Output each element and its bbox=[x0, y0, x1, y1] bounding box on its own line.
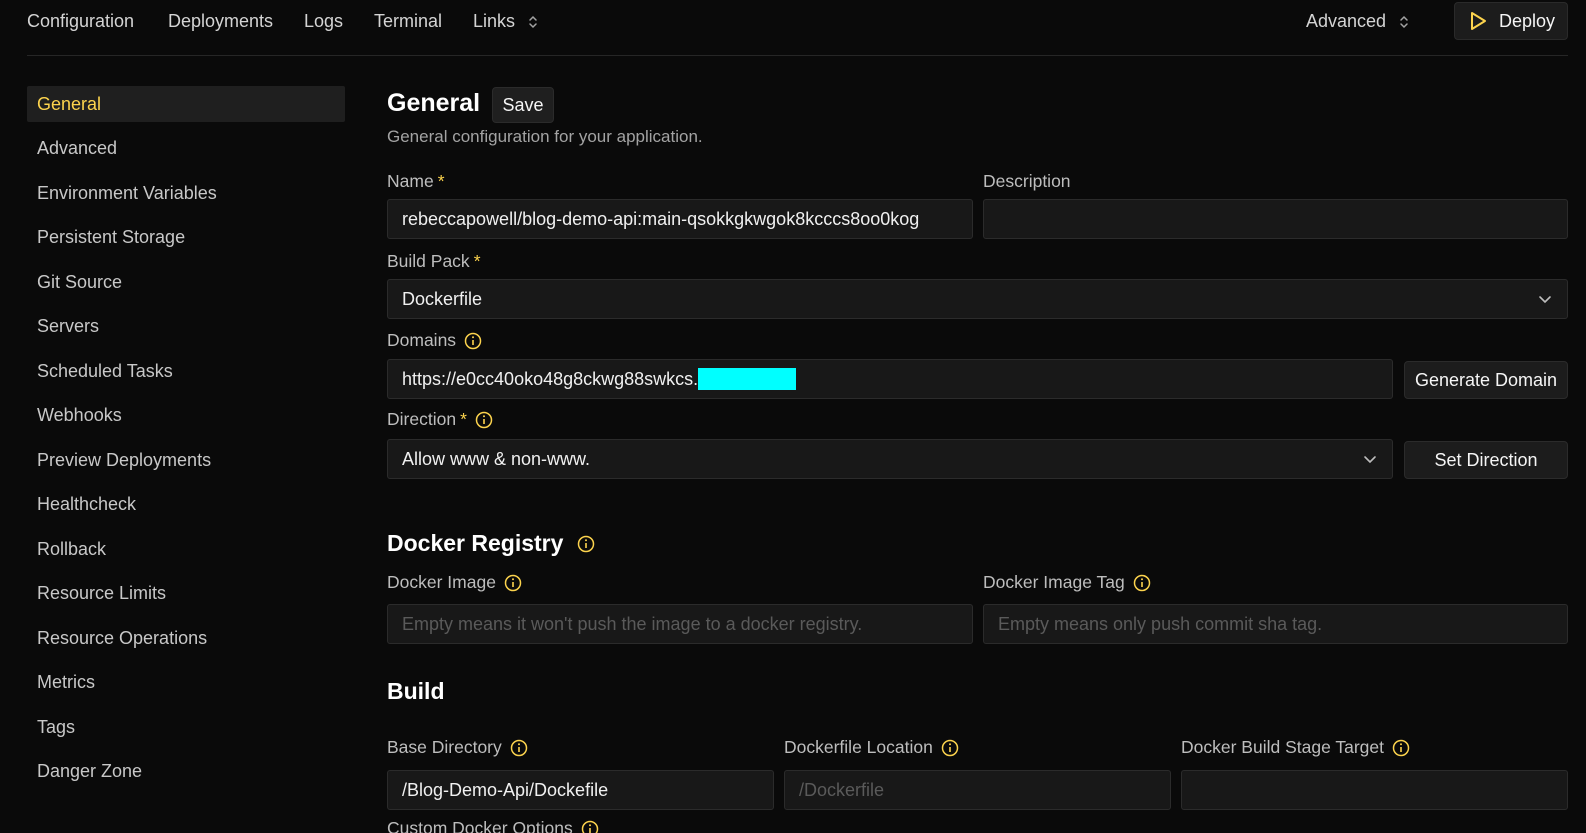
sidebar-item-webhooks[interactable]: Webhooks bbox=[27, 397, 345, 433]
base-directory-input[interactable]: /Blog-Demo-Api/Dockefile bbox=[387, 770, 774, 810]
dockerfile-location-input[interactable]: /Dockerfile bbox=[784, 770, 1171, 810]
base-directory-label-text: Base Directory bbox=[387, 737, 502, 757]
docker-image-input[interactable]: Empty means it won't push the image to a… bbox=[387, 604, 973, 644]
info-icon[interactable] bbox=[464, 332, 482, 350]
sidebar-item-tags[interactable]: Tags bbox=[27, 709, 345, 745]
name-input[interactable]: rebeccapowell/blog-demo-api:main-qsokkgk… bbox=[387, 199, 973, 239]
sidebar-item-scheduled-tasks[interactable]: Scheduled Tasks bbox=[27, 353, 345, 389]
build-pack-label: Build Pack * bbox=[387, 251, 481, 272]
docker-image-tag-input[interactable]: Empty means only push commit sha tag. bbox=[983, 604, 1568, 644]
build-pack-label-text: Build Pack bbox=[387, 251, 470, 271]
domains-value: https://e0cc40oko48g8ckwg88swkcs. bbox=[402, 369, 699, 389]
direction-label: Direction * bbox=[387, 409, 493, 430]
sidebar-item-git-source[interactable]: Git Source bbox=[27, 264, 345, 300]
sidebar-item-persistent-storage[interactable]: Persistent Storage bbox=[27, 219, 345, 255]
nav-links[interactable]: Links bbox=[473, 10, 538, 32]
dockerfile-location-label-text: Dockerfile Location bbox=[784, 737, 933, 757]
sidebar-item-metrics[interactable]: Metrics bbox=[27, 664, 345, 700]
nav-terminal[interactable]: Terminal bbox=[374, 10, 442, 32]
page-title: General bbox=[387, 89, 481, 117]
info-icon[interactable] bbox=[941, 739, 959, 757]
direction-label-text: Direction bbox=[387, 409, 457, 429]
nav-logs[interactable]: Logs bbox=[304, 10, 343, 32]
nav-configuration[interactable]: Configuration bbox=[27, 10, 134, 32]
docker-image-label-text: Docker Image bbox=[387, 572, 496, 592]
info-icon[interactable] bbox=[1133, 574, 1151, 592]
docker-build-stage-target-input[interactable] bbox=[1181, 770, 1568, 810]
deploy-button[interactable]: Deploy bbox=[1454, 2, 1568, 40]
build-heading: Build bbox=[387, 678, 445, 704]
description-input[interactable] bbox=[983, 199, 1568, 239]
description-label: Description bbox=[983, 171, 1071, 191]
direction-select[interactable]: Allow www & non-www. bbox=[387, 439, 1393, 479]
required-mark: * bbox=[460, 409, 467, 429]
info-icon[interactable] bbox=[1392, 739, 1410, 757]
build-pack-select[interactable]: Dockerfile bbox=[387, 279, 1568, 319]
chevron-updown-icon bbox=[529, 16, 537, 29]
sidebar-item-environment-variables[interactable]: Environment Variables bbox=[27, 175, 345, 211]
chevron-updown-icon bbox=[1400, 16, 1408, 29]
domains-input[interactable]: https://e0cc40oko48g8ckwg88swkcs. bbox=[387, 359, 1393, 399]
docker-image-tag-label-text: Docker Image Tag bbox=[983, 572, 1125, 592]
base-directory-label: Base Directory bbox=[387, 737, 528, 758]
advanced-dropdown[interactable]: Advanced bbox=[1306, 10, 1409, 32]
info-icon[interactable] bbox=[581, 820, 599, 833]
nav-links-label: Links bbox=[473, 11, 516, 31]
required-mark: * bbox=[473, 251, 481, 271]
required-mark: * bbox=[437, 171, 445, 191]
save-button[interactable]: Save bbox=[492, 87, 554, 123]
set-direction-button[interactable]: Set Direction bbox=[1404, 441, 1568, 479]
generate-domain-button[interactable]: Generate Domain bbox=[1404, 361, 1568, 399]
direction-value: Allow www & non-www. bbox=[402, 449, 591, 469]
top-nav: Configuration Deployments Logs Terminal … bbox=[0, 0, 1586, 56]
name-label: Name * bbox=[387, 171, 445, 192]
sidebar-item-preview-deployments[interactable]: Preview Deployments bbox=[27, 442, 345, 478]
sidebar-item-resource-limits[interactable]: Resource Limits bbox=[27, 575, 345, 611]
advanced-label: Advanced bbox=[1306, 11, 1387, 31]
custom-docker-options-label-text: Custom Docker Options bbox=[387, 818, 573, 833]
sidebar-item-healthcheck[interactable]: Healthcheck bbox=[27, 486, 345, 522]
info-icon[interactable] bbox=[504, 574, 522, 592]
sidebar-item-danger-zone[interactable]: Danger Zone bbox=[27, 753, 345, 789]
top-divider bbox=[27, 55, 1568, 56]
nav-deployments[interactable]: Deployments bbox=[168, 10, 273, 32]
info-icon[interactable] bbox=[577, 535, 595, 553]
sidebar-item-rollback[interactable]: Rollback bbox=[27, 531, 345, 567]
build-pack-value: Dockerfile bbox=[402, 289, 483, 309]
info-icon[interactable] bbox=[475, 411, 493, 429]
dockerfile-location-label: Dockerfile Location bbox=[784, 737, 959, 758]
docker-image-label: Docker Image bbox=[387, 572, 522, 593]
chevron-down-icon bbox=[1364, 456, 1376, 464]
name-label-text: Name bbox=[387, 171, 434, 191]
custom-docker-options-label: Custom Docker Options bbox=[387, 818, 599, 833]
docker-image-tag-label: Docker Image Tag bbox=[983, 572, 1151, 593]
docker-build-stage-target-label-text: Docker Build Stage Target bbox=[1181, 737, 1384, 757]
sidebar-item-resource-operations[interactable]: Resource Operations bbox=[27, 620, 345, 656]
page-subtitle: General configuration for your applicati… bbox=[387, 127, 703, 146]
docker-registry-title: Docker Registry bbox=[387, 530, 564, 556]
domains-label-text: Domains bbox=[387, 330, 457, 350]
sidebar-item-servers[interactable]: Servers bbox=[27, 308, 345, 344]
play-icon bbox=[1471, 12, 1486, 30]
deploy-label: Deploy bbox=[1499, 10, 1556, 31]
redaction-box bbox=[698, 367, 797, 390]
docker-registry-heading: Docker Registry bbox=[387, 530, 595, 557]
docker-build-stage-target-label: Docker Build Stage Target bbox=[1181, 737, 1410, 758]
info-icon[interactable] bbox=[510, 739, 528, 757]
sidebar-item-general[interactable]: General bbox=[27, 86, 345, 122]
chevron-down-icon bbox=[1539, 296, 1551, 304]
domains-label: Domains bbox=[387, 330, 482, 351]
sidebar-item-advanced[interactable]: Advanced bbox=[27, 130, 345, 166]
